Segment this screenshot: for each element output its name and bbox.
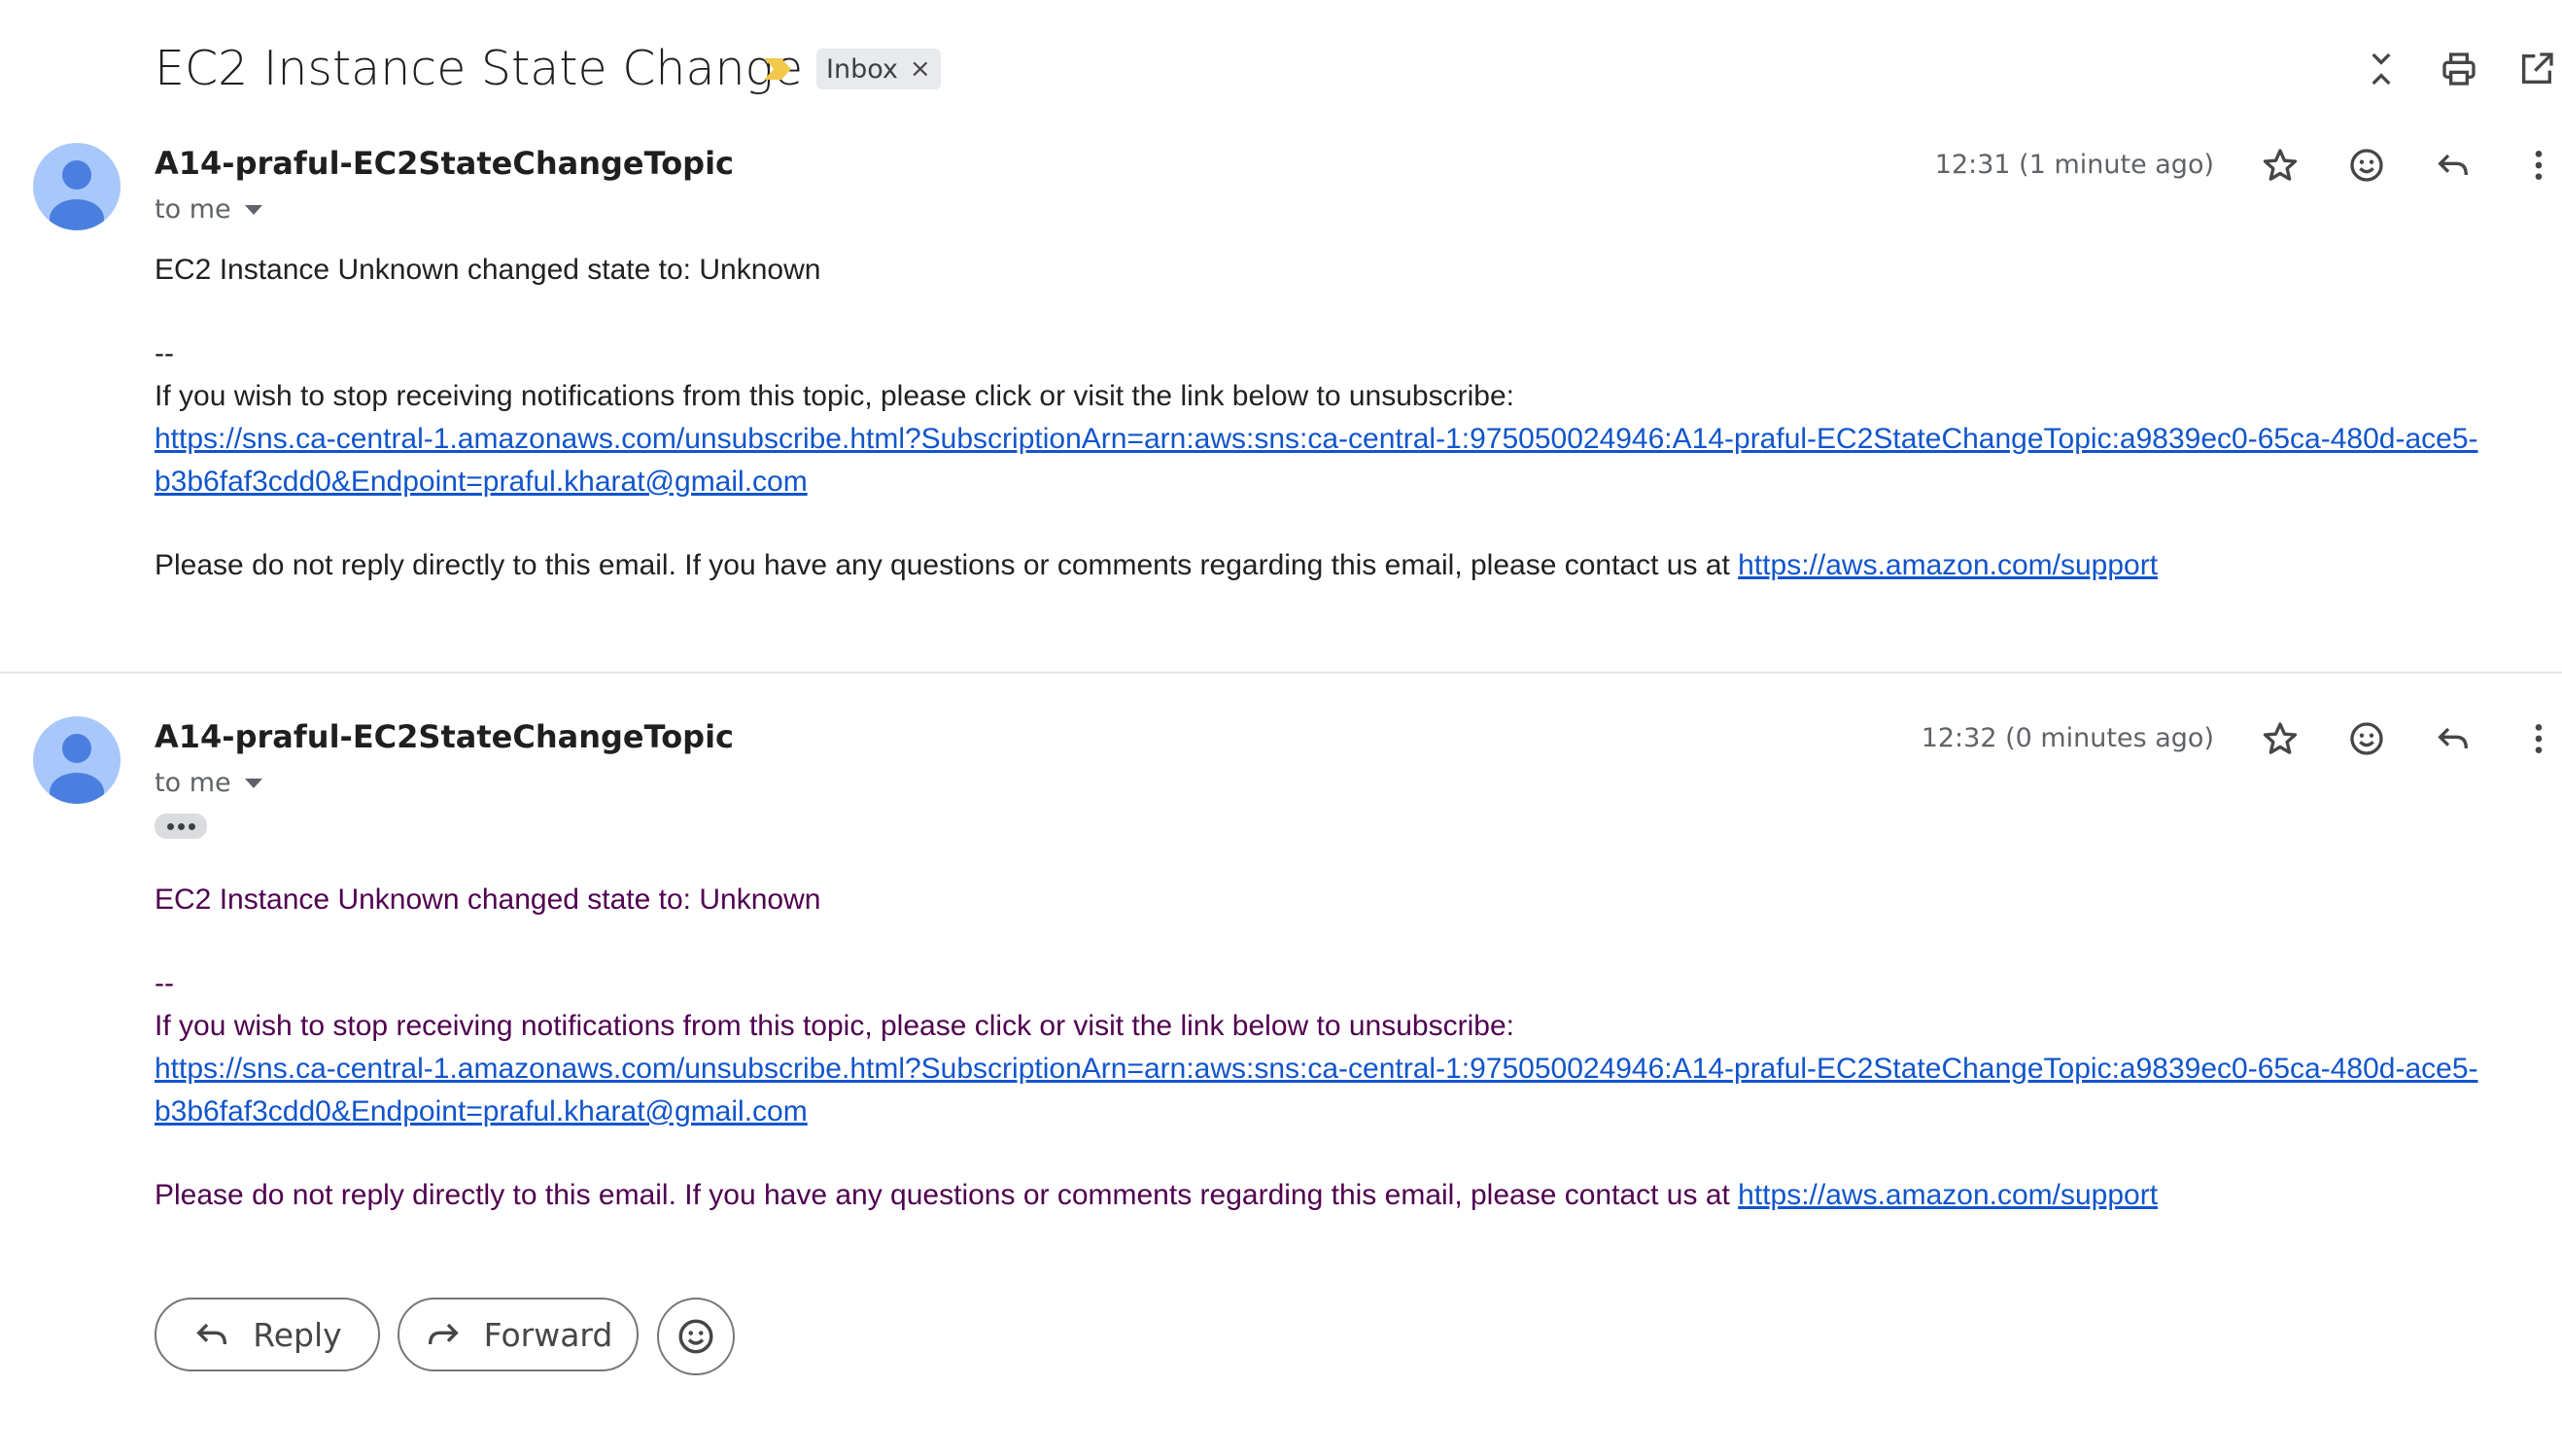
reply-icon [2438, 727, 2468, 749]
email-subject: EC2 Instance State Change [155, 41, 804, 96]
sender-avatar[interactable] [33, 143, 121, 230]
add-reaction-button[interactable] [2339, 138, 2394, 192]
unsubscribe-link-continued[interactable]: b3b6faf3cdd0&Endpoint=praful.kharat@gmai… [155, 461, 808, 503]
sender-name[interactable]: A14-praful-EC2StateChangeTopic [155, 145, 734, 182]
forward-icon [428, 1323, 459, 1345]
ellipsis-dot [166, 822, 174, 830]
signature-separator: -- [155, 967, 174, 999]
reply-button[interactable] [2426, 711, 2480, 766]
open-in-new-window-button[interactable] [2510, 43, 2562, 95]
footer-message: Please do not reply directly to this ema… [155, 1179, 1739, 1211]
support-link[interactable]: https://aws.amazon.com/support [1738, 549, 2158, 581]
print-all-button[interactable] [2433, 43, 2485, 95]
emoji-reaction-button[interactable] [657, 1298, 735, 1375]
inbox-label-text: Inbox [826, 53, 898, 85]
signature-separator: -- [155, 337, 174, 369]
forward-label: Forward [483, 1315, 613, 1354]
message-body-line: EC2 Instance Unknown changed state to: U… [155, 254, 821, 286]
inbox-label-chip: Inbox × [816, 49, 941, 89]
support-link[interactable]: https://aws.amazon.com/support [1738, 1179, 2158, 1211]
star-button[interactable] [2253, 138, 2307, 192]
remove-label-button[interactable]: × [910, 54, 931, 84]
star-icon [2263, 149, 2298, 181]
star-icon [2263, 722, 2298, 754]
message-body-line: EC2 Instance Unknown changed state to: U… [155, 884, 821, 916]
emoji-icon [678, 1319, 713, 1354]
add-reaction-button[interactable] [2339, 711, 2394, 766]
unsubscribe-link[interactable]: https://sns.ca-central-1.amazonaws.com/u… [155, 418, 2478, 461]
collapse-all-icon [2372, 52, 2391, 86]
recipient-text: to me [155, 194, 231, 225]
sender-avatar[interactable] [33, 716, 121, 804]
collapse-all-button[interactable] [2355, 43, 2407, 95]
more-vert-icon [2535, 151, 2543, 180]
message-timestamp: 12:31 (1 minute ago) [1934, 150, 2214, 180]
message-timestamp: 12:32 (0 minutes ago) [1921, 723, 2214, 753]
recipient-details-toggle[interactable]: to me [155, 194, 262, 225]
print-icon [2442, 52, 2475, 86]
footer-text: Please do not reply directly to this ema… [155, 1174, 2158, 1217]
unsubscribe-text: If you wish to stop receiving notificati… [155, 380, 1514, 412]
recipient-text: to me [155, 768, 231, 798]
message-divider [0, 672, 2562, 674]
chevron-down-icon [244, 204, 262, 215]
open-in-new-window-icon [2522, 52, 2553, 84]
importance-marker-icon[interactable] [762, 56, 793, 82]
ellipsis-dot [188, 822, 195, 830]
forward-button[interactable]: Forward [398, 1298, 639, 1371]
emoji-icon [2350, 722, 2383, 755]
person-icon [50, 734, 104, 804]
reply-button-bottom[interactable]: Reply [155, 1298, 380, 1371]
unsubscribe-text: If you wish to stop receiving notificati… [155, 1010, 1514, 1042]
recipient-details-toggle[interactable]: to me [155, 768, 262, 798]
reply-icon [2438, 154, 2468, 176]
unsubscribe-link-continued[interactable]: b3b6faf3cdd0&Endpoint=praful.kharat@gmai… [155, 1091, 808, 1133]
star-button[interactable] [2253, 711, 2307, 766]
footer-message: Please do not reply directly to this ema… [155, 549, 1739, 581]
person-icon [50, 160, 104, 230]
more-options-button[interactable] [2511, 138, 2562, 192]
unsubscribe-link[interactable]: https://sns.ca-central-1.amazonaws.com/u… [155, 1048, 2478, 1091]
more-vert-icon [2535, 724, 2543, 753]
chevron-down-icon [244, 778, 262, 788]
reply-button[interactable] [2426, 138, 2480, 192]
ellipsis-dot [177, 822, 185, 830]
reply-label: Reply [253, 1315, 342, 1354]
more-options-button[interactable] [2511, 711, 2562, 766]
footer-text: Please do not reply directly to this ema… [155, 544, 2158, 587]
reply-icon [196, 1323, 227, 1345]
emoji-icon [2350, 149, 2383, 182]
sender-name[interactable]: A14-praful-EC2StateChangeTopic [155, 718, 734, 755]
show-trimmed-content-button[interactable] [155, 814, 207, 839]
